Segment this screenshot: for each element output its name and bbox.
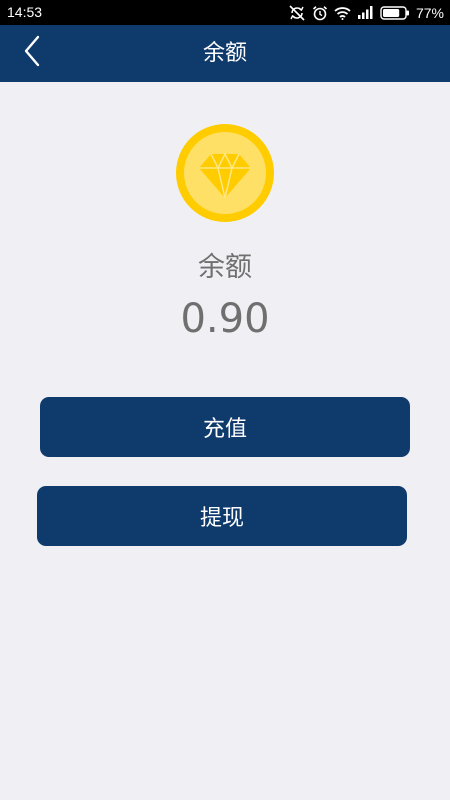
balance-amount: 0.90 xyxy=(180,296,270,342)
balance-label: 余额 xyxy=(198,252,252,283)
status-icons: 77% xyxy=(288,3,444,22)
alarm-icon xyxy=(312,5,328,21)
status-bar: 14:53 77% xyxy=(0,0,450,25)
sync-off-icon xyxy=(288,4,306,21)
wifi-icon xyxy=(334,6,351,20)
signal-icon xyxy=(357,6,374,19)
back-button[interactable] xyxy=(10,31,54,75)
chevron-left-icon xyxy=(22,35,42,71)
battery-percent: 77% xyxy=(415,4,444,21)
page-title: 余额 xyxy=(202,41,247,66)
battery-icon xyxy=(380,5,410,20)
withdraw-button-label: 提现 xyxy=(199,506,244,531)
withdraw-button[interactable]: 提现 xyxy=(37,486,407,546)
diamond-coin-icon xyxy=(175,123,275,223)
recharge-button-label: 充值 xyxy=(202,417,247,442)
nav-bar: 余额 xyxy=(0,25,450,82)
status-time: 14:53 xyxy=(7,4,43,20)
recharge-button[interactable]: 充值 xyxy=(40,397,410,457)
